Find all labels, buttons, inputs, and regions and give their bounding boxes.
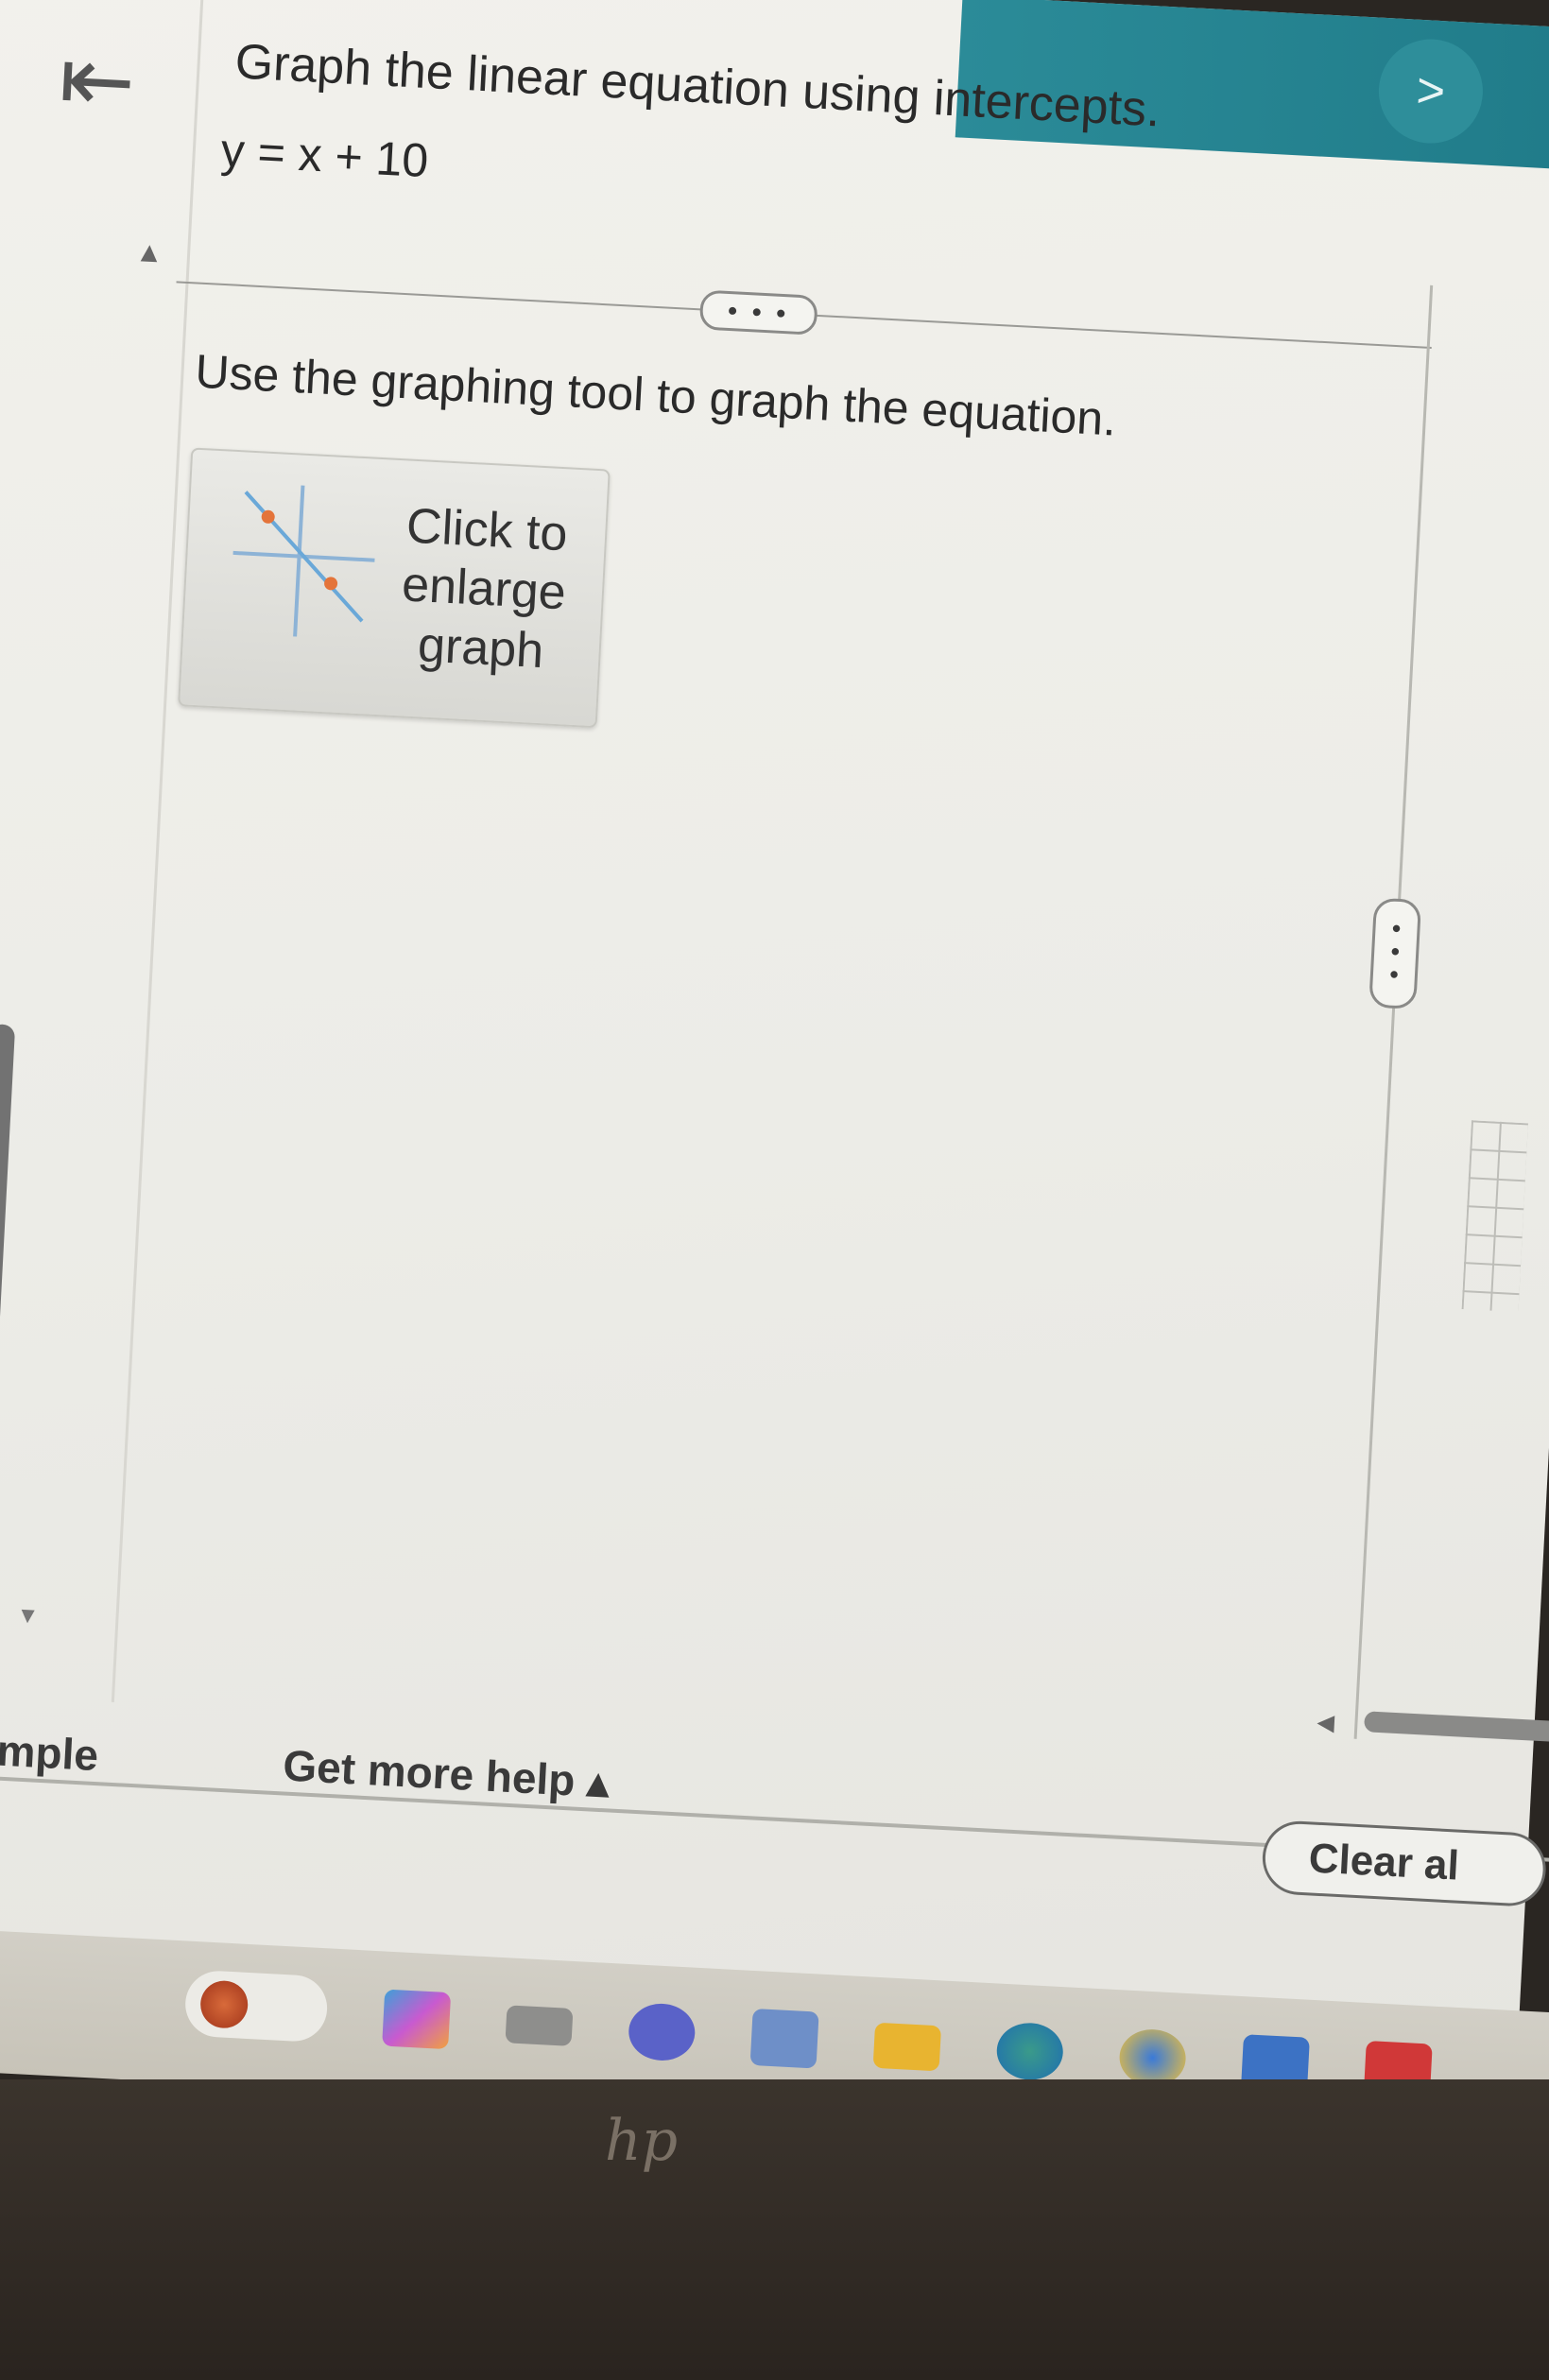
taskbar-search[interactable]	[183, 1969, 329, 2044]
folder-icon[interactable]	[872, 2022, 942, 2072]
y-axis-line	[293, 485, 305, 637]
hp-logo: hp	[605, 2108, 679, 2174]
right-panel-border	[1353, 285, 1434, 1739]
panel-resize-handle[interactable]: • • •	[1368, 897, 1422, 1010]
store-icon[interactable]	[749, 2008, 819, 2069]
graph-thumbnail-icon	[232, 485, 375, 637]
expand-more-button[interactable]: • • •	[698, 289, 818, 336]
search-icon	[198, 1979, 250, 2029]
assignment-screen: > ⇤ ▲ ▼ Graph the linear equation using …	[0, 0, 1549, 2089]
laptop-bezel	[0, 2079, 1549, 2380]
scroll-up-icon[interactable]: ▲	[134, 236, 164, 270]
instruction-text: Use the graphing tool to graph the equat…	[194, 344, 1118, 446]
edge-icon[interactable]	[995, 2021, 1065, 2082]
view-example-link[interactable]: example	[0, 1721, 99, 1782]
clear-all-button[interactable]: Clear al	[1260, 1819, 1548, 1908]
scroll-down-icon[interactable]: ▼	[16, 1602, 40, 1630]
enlarge-graph-button[interactable]: Click to enlarge graph	[178, 447, 611, 729]
screen-photo: > ⇤ ▲ ▼ Graph the linear equation using …	[0, 0, 1549, 2380]
chevron-right-icon: >	[1415, 62, 1447, 120]
first-page-arrow-icon[interactable]: ⇤	[57, 28, 138, 133]
left-scrollbar[interactable]	[0, 1024, 16, 1440]
equation: y = x + 10	[219, 123, 430, 188]
widgets-icon[interactable]	[382, 1989, 452, 2050]
graph-line	[244, 491, 364, 623]
scroll-left-icon[interactable]: ◀	[1317, 1709, 1335, 1737]
horizontal-scrollbar[interactable]	[1364, 1711, 1549, 1743]
graph-button-label: Click to enlarge graph	[400, 498, 569, 679]
file-explorer-icon[interactable]	[505, 2005, 574, 2046]
teams-icon[interactable]	[627, 2002, 697, 2062]
graph-grid-edge	[1461, 1120, 1528, 1313]
